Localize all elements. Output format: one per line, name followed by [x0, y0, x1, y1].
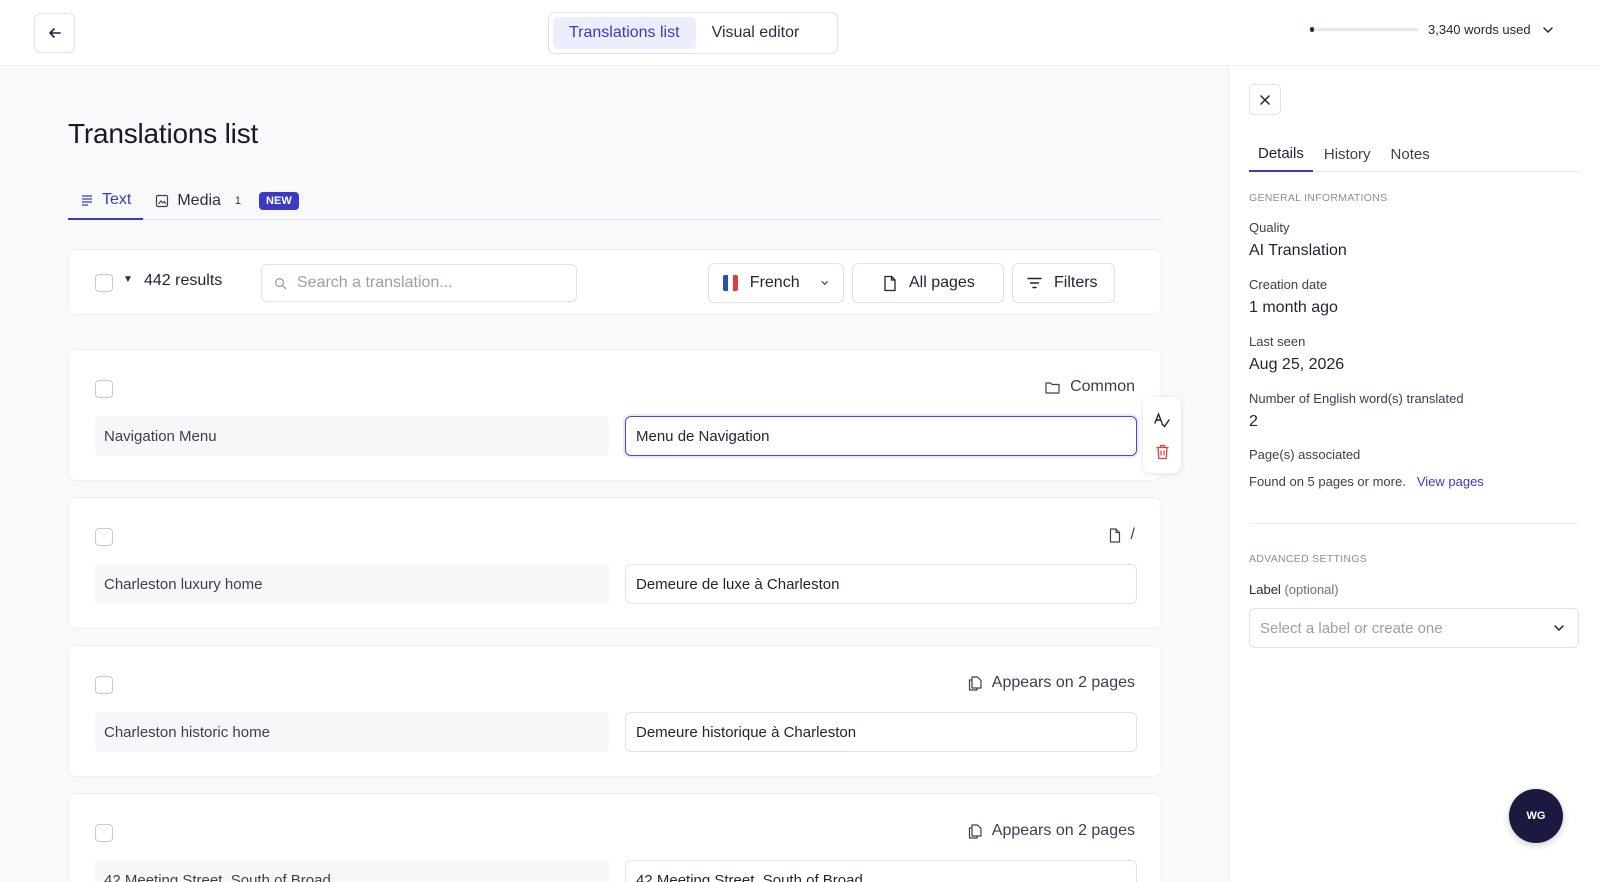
- pages-found: Found on 5 pages or more. View pages: [1249, 474, 1484, 489]
- row-meta-label: Appears on 2 pages: [991, 674, 1135, 691]
- general-info-title: GENERAL INFORMATIONS: [1249, 192, 1388, 204]
- row-meta: Appears on 2 pages: [968, 674, 1135, 692]
- pages-found-text: Found on 5 pages or more.: [1249, 474, 1406, 489]
- close-icon: [1260, 94, 1270, 105]
- top-bar: Translations list Visual editor 3,340 wo…: [0, 0, 1600, 66]
- word-usage[interactable]: 3,340 words used: [1310, 22, 1555, 37]
- quality-label: Quality: [1249, 220, 1290, 235]
- content-tabs: Text Media 1 NEW: [68, 182, 1162, 220]
- label-optional: (optional): [1284, 582, 1339, 597]
- row-checkbox[interactable]: [95, 676, 113, 694]
- word-usage-text: 3,340 words used: [1428, 22, 1531, 37]
- row-checkbox[interactable]: [95, 528, 113, 546]
- pages-icon: [968, 675, 982, 691]
- tab-notes[interactable]: Notes: [1382, 136, 1439, 172]
- source-text: Charleston historic home: [95, 712, 609, 752]
- quality-value: AI Translation: [1249, 242, 1347, 259]
- filter-icon: [1027, 277, 1042, 289]
- translations-toolbar: ▼ 442 results French All pages Filters: [68, 249, 1162, 315]
- text-lines-icon: [82, 195, 92, 206]
- panel-tabs: Details History Notes: [1249, 136, 1579, 172]
- word-count-label: Number of English word(s) translated: [1249, 391, 1464, 406]
- label-field-label: Label (optional): [1249, 582, 1339, 597]
- source-text: Charleston luxury home: [95, 564, 609, 604]
- word-usage-fill: [1310, 27, 1314, 32]
- page-icon: [884, 275, 896, 291]
- translation-input[interactable]: Demeure historique à Charleston: [625, 712, 1137, 752]
- translations-list-view-button[interactable]: Translations list: [553, 17, 696, 49]
- results-count: 442 results: [144, 272, 223, 289]
- weglot-help-button[interactable]: WG: [1509, 789, 1563, 843]
- select-all-checkbox[interactable]: [95, 274, 113, 292]
- row-actions-menu: [1143, 397, 1181, 473]
- visual-editor-view-button[interactable]: Visual editor: [696, 17, 816, 49]
- last-seen-label: Last seen: [1249, 334, 1306, 349]
- search-icon: [275, 277, 287, 289]
- translation-row: Appears on 2 pages 42 Meeting Street, So…: [68, 793, 1162, 882]
- tab-media[interactable]: Media 1 NEW: [143, 182, 310, 220]
- details-panel: Details History Notes GENERAL INFORMATIO…: [1228, 66, 1600, 882]
- search-box: [261, 264, 577, 302]
- label-select-placeholder: Select a label or create one: [1260, 619, 1443, 637]
- spellcheck-icon[interactable]: [1153, 411, 1171, 429]
- main-content: Translations list Text Media 1 NEW ▼ 442…: [0, 66, 1228, 882]
- chevron-down-icon: [1554, 625, 1564, 632]
- row-meta: /: [1109, 526, 1135, 544]
- advanced-settings-title: ADVANCED SETTINGS: [1249, 553, 1368, 565]
- pages-icon: [968, 823, 982, 839]
- row-meta: Common: [1045, 378, 1135, 396]
- row-meta-label: Common: [1070, 378, 1135, 395]
- new-badge: NEW: [259, 192, 299, 210]
- source-text: Navigation Menu: [95, 416, 609, 456]
- language-select[interactable]: French: [708, 263, 844, 303]
- back-button[interactable]: [34, 13, 75, 53]
- view-pages-link[interactable]: View pages: [1417, 474, 1484, 489]
- translation-row: Common Navigation Menu Menu de Navigatio…: [68, 349, 1162, 481]
- trash-icon[interactable]: [1155, 444, 1170, 460]
- row-meta-label: /: [1130, 526, 1135, 543]
- row-checkbox[interactable]: [95, 380, 113, 398]
- translation-input[interactable]: Menu de Navigation: [625, 416, 1137, 456]
- tab-text-label: Text: [102, 191, 132, 208]
- filters-button[interactable]: Filters: [1012, 263, 1115, 303]
- tab-details[interactable]: Details: [1249, 136, 1313, 172]
- translation-input[interactable]: Demeure de luxe à Charleston: [625, 564, 1137, 604]
- label-select[interactable]: Select a label or create one: [1249, 608, 1579, 648]
- view-switcher: Translations list Visual editor: [548, 12, 838, 54]
- select-caret-icon[interactable]: ▼: [123, 274, 133, 285]
- last-seen-value: Aug 25, 2026: [1249, 356, 1345, 373]
- divider: [1249, 523, 1579, 524]
- image-icon: [156, 194, 169, 208]
- tab-text[interactable]: Text: [68, 182, 144, 220]
- row-checkbox[interactable]: [95, 824, 113, 842]
- page-icon: [1109, 527, 1120, 543]
- french-flag-icon: [723, 275, 738, 291]
- word-usage-bar: [1310, 27, 1418, 32]
- row-meta-label: Appears on 2 pages: [991, 822, 1135, 839]
- creation-date-label: Creation date: [1249, 277, 1328, 292]
- close-panel-button[interactable]: [1249, 84, 1281, 115]
- media-count: 1: [234, 195, 242, 207]
- translation-row: Appears on 2 pages Charleston historic h…: [68, 645, 1162, 777]
- tab-media-label: Media: [177, 192, 221, 209]
- creation-date-value: 1 month ago: [1249, 299, 1338, 316]
- search-input[interactable]: [297, 274, 557, 292]
- word-count-value: 2: [1249, 413, 1258, 430]
- translation-row: / Charleston luxury home Demeure de luxe…: [68, 497, 1162, 629]
- pages-associated-label: Page(s) associated: [1249, 447, 1361, 462]
- filters-label: Filters: [1054, 274, 1098, 291]
- pages-filter-label: All pages: [909, 274, 975, 291]
- pages-filter-button[interactable]: All pages: [852, 263, 1004, 303]
- label-title: Label: [1249, 582, 1281, 597]
- translation-input[interactable]: 42 Meeting Street, South of Broad: [625, 860, 1137, 882]
- page-title: Translations list: [68, 118, 259, 149]
- chevron-down-icon: [1542, 26, 1553, 33]
- arrow-left-icon: [48, 28, 61, 38]
- language-label: French: [749, 274, 800, 291]
- row-meta: Appears on 2 pages: [968, 822, 1135, 840]
- chevron-down-icon: [821, 281, 828, 286]
- source-text: 42 Meeting Street, South of Broad: [95, 860, 609, 882]
- folder-icon: [1045, 381, 1060, 394]
- tab-history[interactable]: History: [1315, 136, 1380, 172]
